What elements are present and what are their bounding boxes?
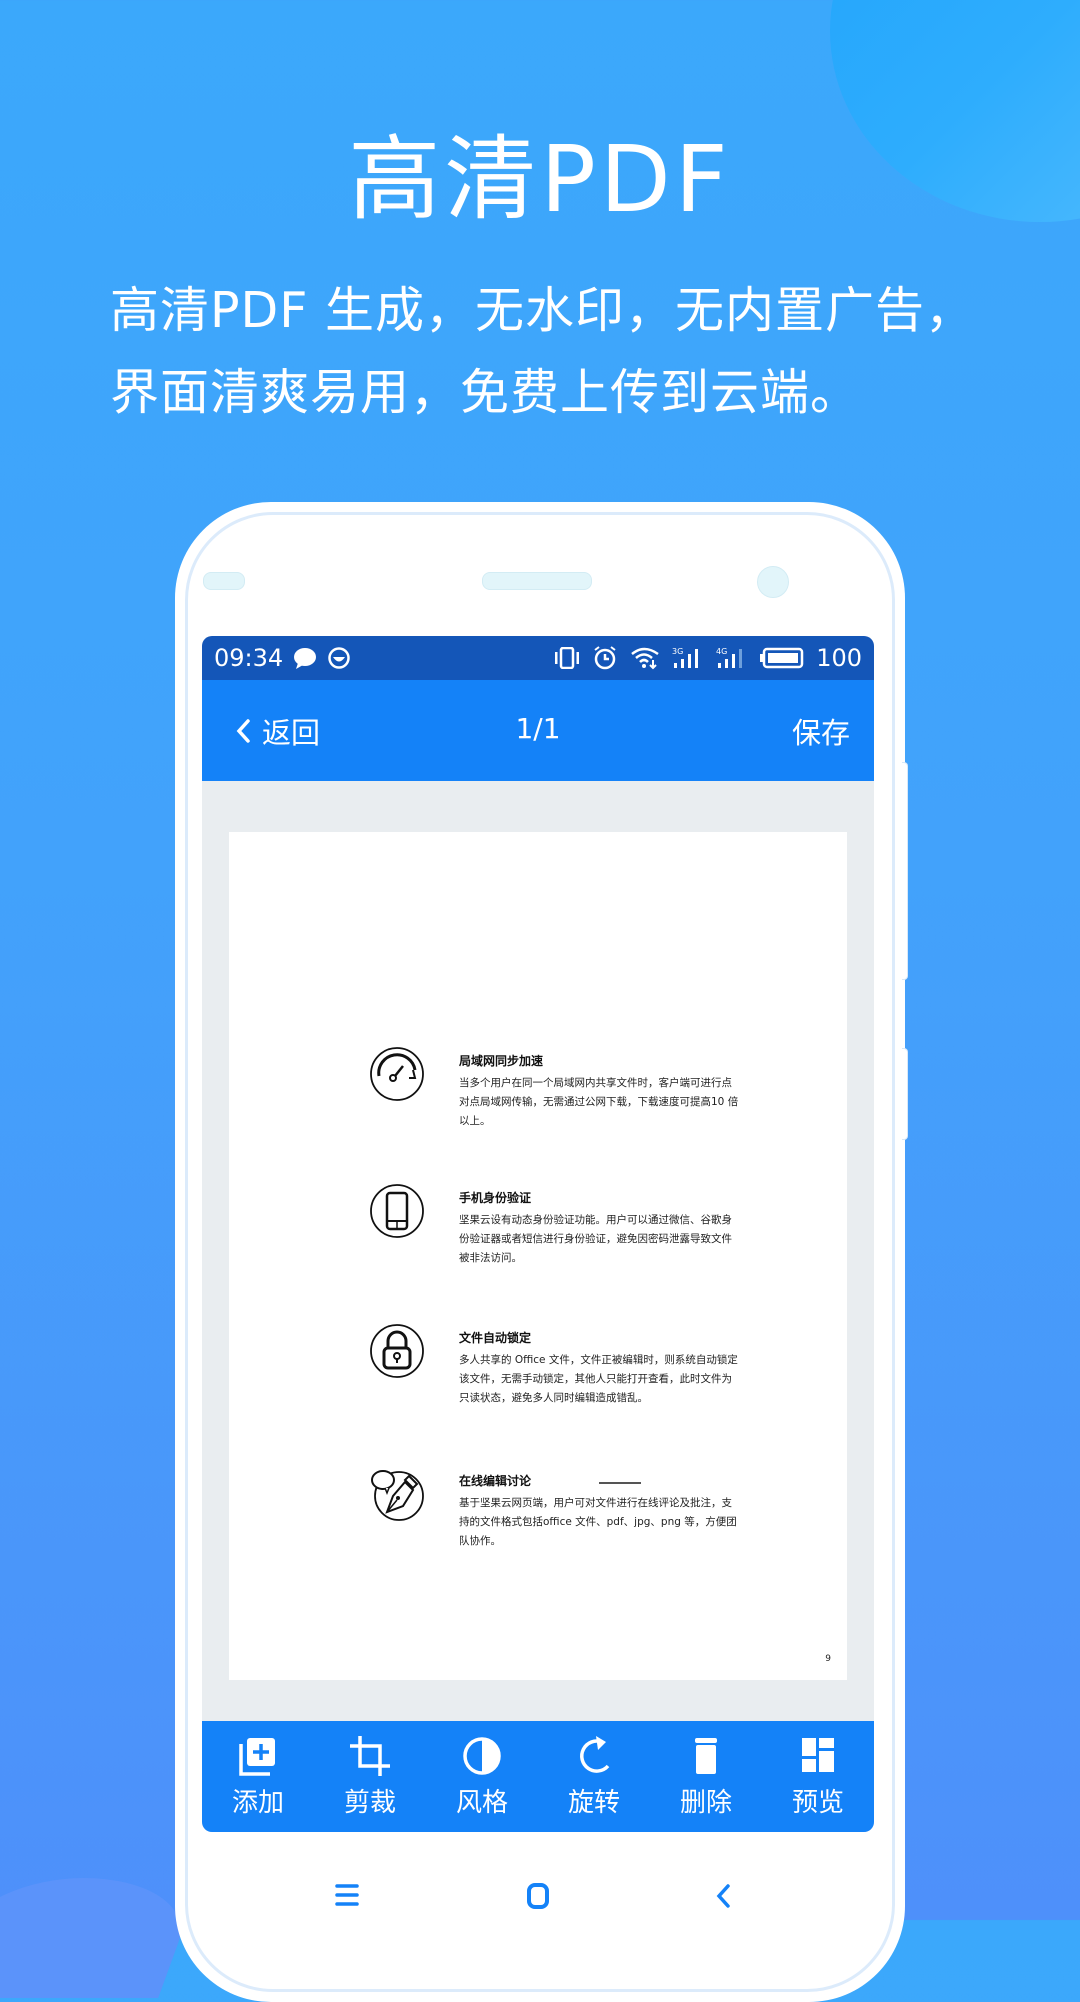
feature-title: 文件自动锁定 bbox=[459, 1331, 532, 1345]
feature-title: 在线编辑讨论 bbox=[459, 1474, 532, 1488]
crop-icon bbox=[350, 1736, 390, 1776]
page-edge-mark bbox=[599, 1482, 641, 1484]
app-notification-icon bbox=[327, 646, 351, 670]
signal-4g-icon: 4G bbox=[716, 646, 748, 670]
menu-icon[interactable] bbox=[335, 1882, 359, 1908]
feature-description: 坚果云设有动态身份验证功能。用户可以通过微信、谷歌身份验证器或者短信进行身份验证… bbox=[459, 1214, 732, 1264]
feature-description: 多人共享的 Office 文件，文件正被编辑时，则系统自动锁定该文件，无需手动锁… bbox=[459, 1354, 738, 1404]
promo-subtitle: 高清PDF 生成，无水印，无内置广告， 界面清爽易用，免费上传到云端。 bbox=[110, 270, 1010, 434]
home-icon[interactable] bbox=[526, 1882, 550, 1910]
wifi-icon bbox=[630, 646, 660, 670]
crop-button[interactable]: 剪裁 bbox=[320, 1734, 420, 1819]
signal-3g-label: 3G bbox=[672, 647, 683, 656]
crop-label: 剪裁 bbox=[343, 1788, 396, 1818]
phone-screen: 09:34 3G 4G 100 返回 1/1 保存 局域网同步加速 当多个用户在… bbox=[202, 636, 874, 1832]
preview-button[interactable]: 预览 bbox=[768, 1734, 868, 1819]
rotate-label: 旋转 bbox=[567, 1788, 620, 1818]
feature-title: 局域网同步加速 bbox=[459, 1054, 544, 1068]
padlock-icon bbox=[370, 1324, 424, 1378]
promo-subtitle-line: 界面清爽易用，免费上传到云端。 bbox=[110, 364, 861, 421]
back-icon[interactable] bbox=[714, 1882, 734, 1910]
phone-speaker bbox=[482, 572, 592, 590]
trash-icon bbox=[695, 1738, 717, 1774]
page-number: 9 bbox=[825, 1654, 831, 1664]
contrast-icon bbox=[463, 1737, 501, 1775]
battery-icon bbox=[760, 647, 804, 669]
add-label: 添加 bbox=[231, 1788, 284, 1818]
pdf-page[interactable]: 局域网同步加速 当多个用户在同一个局域网内共享文件时，客户端可进行点对点局域网传… bbox=[229, 832, 847, 1680]
feature-description: 基于坚果云网页端，用户可对文件进行在线评论及批注，支持的文件格式包括office… bbox=[459, 1497, 737, 1547]
bottom-toolbar: 添加 剪裁 风格 旋转 删除 预览 bbox=[202, 1721, 874, 1832]
promo-subtitle-line: 高清PDF 生成，无水印，无内置广告， bbox=[110, 282, 976, 339]
add-button[interactable]: 添加 bbox=[208, 1734, 308, 1819]
style-label: 风格 bbox=[455, 1788, 508, 1818]
status-time: 09:34 bbox=[214, 644, 284, 672]
phone-sensor bbox=[203, 572, 245, 590]
add-page-icon bbox=[239, 1738, 275, 1776]
rotate-button[interactable]: 旋转 bbox=[544, 1734, 644, 1819]
background-wave bbox=[0, 1878, 202, 1998]
phone-volume-button bbox=[902, 762, 908, 980]
preview-label: 预览 bbox=[791, 1788, 844, 1818]
feature-description: 当多个用户在同一个局域网内共享文件时，客户端可进行点对点局域网传输，无需通过公网… bbox=[459, 1077, 739, 1127]
app-bar: 返回 1/1 保存 bbox=[202, 680, 874, 781]
grid-preview-icon bbox=[802, 1738, 834, 1772]
page-indicator: 1/1 bbox=[515, 712, 561, 745]
delete-button[interactable]: 删除 bbox=[656, 1734, 756, 1819]
battery-level: 100 bbox=[816, 644, 862, 672]
save-button[interactable]: 保存 bbox=[792, 710, 850, 752]
delete-label: 删除 bbox=[679, 1788, 732, 1818]
chat-bubble-icon bbox=[293, 647, 317, 669]
signal-4g-label: 4G bbox=[716, 647, 727, 656]
rotate-icon bbox=[580, 1736, 610, 1773]
pen-comment-icon bbox=[371, 1470, 424, 1521]
status-bar: 09:34 3G 4G 100 bbox=[202, 636, 874, 680]
speedometer-icon bbox=[370, 1047, 424, 1101]
feature-title: 手机身份验证 bbox=[459, 1191, 532, 1205]
signal-3g-icon: 3G bbox=[672, 646, 704, 670]
style-button[interactable]: 风格 bbox=[432, 1734, 532, 1819]
phone-power-button bbox=[902, 1048, 908, 1140]
alarm-icon bbox=[592, 645, 618, 671]
vibrate-icon bbox=[554, 647, 580, 669]
smartphone-icon bbox=[370, 1184, 424, 1238]
navigation-bar bbox=[202, 1870, 874, 1920]
phone-camera bbox=[757, 566, 789, 598]
promo-headline: 高清PDF bbox=[348, 126, 732, 233]
